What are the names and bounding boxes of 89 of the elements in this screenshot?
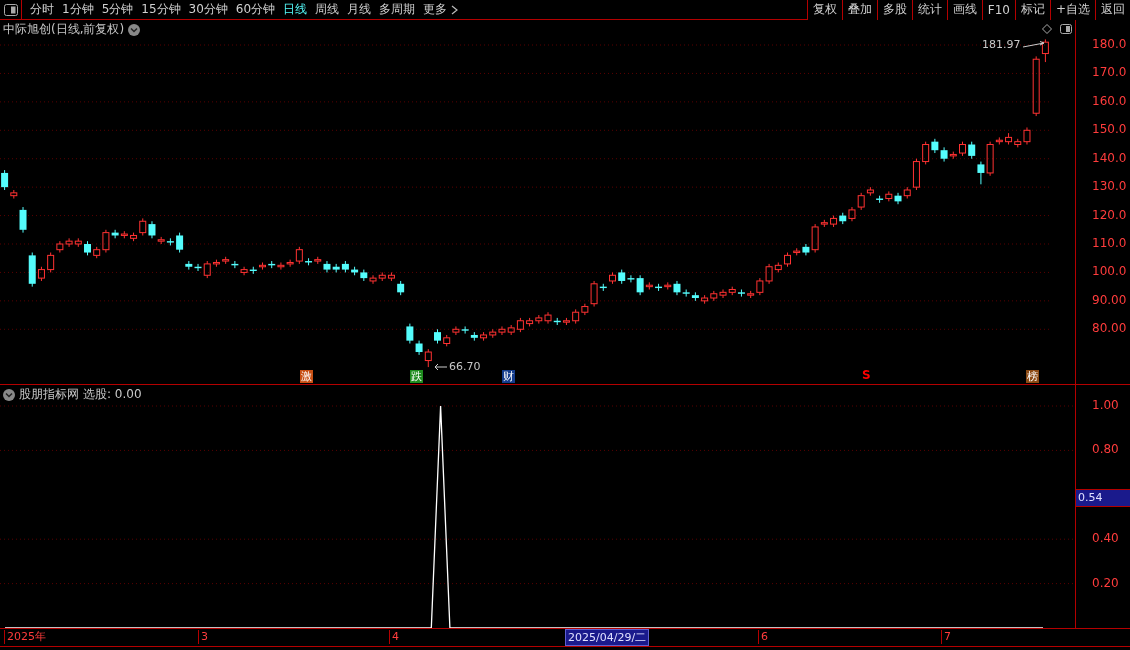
candlestick (323, 260, 331, 273)
candlestick (811, 223, 819, 254)
date-label: 4 (389, 630, 399, 644)
event-badge[interactable]: 激 (300, 370, 313, 383)
arrow-icon (434, 362, 448, 371)
candlestick (461, 325, 469, 335)
toolbar-button[interactable]: 返回 (1095, 0, 1130, 20)
event-badge[interactable]: 榜 (1026, 370, 1039, 383)
axis-label: 100.0 (1092, 264, 1127, 279)
panel-toggle-icon[interactable] (1060, 24, 1072, 34)
period-tab[interactable]: 30分钟 (184, 1, 232, 18)
axis-label: 0.80 (1092, 442, 1119, 457)
date-label: 3 (198, 630, 208, 644)
period-tab[interactable]: 1分钟 (58, 1, 98, 18)
candlestick (452, 325, 460, 336)
candlestick (986, 141, 994, 177)
chart-title: 中际旭创(日线,前复权) (3, 21, 125, 38)
candlestick (572, 308, 580, 325)
axis-label: 90.00 (1092, 292, 1127, 307)
axis-label: 180.0 (1092, 37, 1127, 51)
indicator-reading: 选股: 0.00 (83, 386, 142, 403)
period-tab[interactable]: 15分钟 (137, 1, 185, 18)
toolbar-button[interactable]: 画线 (946, 0, 982, 20)
axis-label: 150.0 (1092, 122, 1127, 137)
diamond-icon[interactable] (1042, 24, 1052, 34)
indicator-title: 股朋指标网 (19, 386, 79, 403)
price-label: 66.70 (449, 360, 481, 373)
period-tab[interactable]: 周线 (311, 1, 344, 18)
candlestick (102, 229, 110, 254)
cursor-value: 0.54 (1076, 489, 1130, 507)
candlestick (259, 261, 266, 271)
candlestick (1023, 126, 1031, 146)
arrow-icon (1022, 40, 1045, 49)
candlestick (1, 169, 9, 191)
axis-label: 0.20 (1092, 575, 1119, 590)
price-label: 181.97 (982, 38, 1021, 51)
toolbar-button[interactable]: 统计 (911, 0, 947, 20)
panel-toggle-icon[interactable] (3, 3, 18, 16)
dropdown-icon[interactable] (128, 23, 141, 36)
period-tab[interactable]: 更多 (419, 1, 452, 18)
dropdown-icon[interactable] (3, 388, 15, 401)
period-tab[interactable]: 分时 (26, 1, 58, 18)
axis-label: 130.0 (1092, 179, 1127, 194)
candlestick (1005, 132, 1013, 146)
event-badge[interactable]: 跌 (410, 370, 423, 383)
signal-mark[interactable]: S (862, 368, 871, 382)
axis-label: 120.0 (1092, 207, 1127, 222)
period-tab[interactable]: 5分钟 (97, 1, 138, 18)
candlestick (848, 206, 856, 222)
toolbar-button[interactable]: 复权 (806, 0, 842, 20)
candlestick (176, 232, 184, 254)
event-badge[interactable]: 财 (502, 370, 515, 383)
candlestick (590, 280, 598, 308)
axis-label: 160.0 (1092, 93, 1127, 108)
date-label: 7 (941, 630, 951, 644)
candlestick (406, 323, 414, 344)
candlestick (627, 274, 635, 283)
chevron-right-icon[interactable] (451, 4, 459, 15)
candlestick (498, 325, 506, 336)
candlestick (802, 243, 810, 256)
candlestick (369, 274, 377, 285)
period-tab[interactable]: 月线 (343, 1, 376, 18)
candlestick (719, 288, 727, 299)
toolbar-button[interactable]: 标记 (1014, 0, 1050, 20)
candlestick (19, 206, 27, 234)
date-label: 6 (758, 630, 768, 644)
candlestick (286, 259, 294, 268)
toolbar-button[interactable]: 叠加 (841, 0, 877, 20)
candlestick (977, 161, 985, 185)
toolbar-button[interactable]: 多股 (876, 0, 912, 20)
candlestick (636, 274, 644, 296)
period-tab[interactable]: 日线 (279, 1, 312, 18)
axis-label: 80.00 (1092, 321, 1127, 336)
axis-label: 0.40 (1092, 531, 1119, 546)
date-label: 2025年 (4, 630, 46, 644)
axis-label: 1.00 (1092, 398, 1119, 412)
period-tab[interactable]: 60分钟 (231, 1, 280, 18)
axis-label: 110.0 (1092, 236, 1127, 250)
period-tab[interactable]: 多周期 (375, 1, 420, 18)
toolbar-button[interactable]: F10 (981, 0, 1015, 20)
candlestick (240, 266, 248, 276)
axis-label: 140.0 (1092, 150, 1127, 165)
candlestick (277, 261, 285, 271)
cursor-date: 2025/04/29/二 (565, 629, 650, 646)
candlestick (581, 303, 589, 316)
candlestick (544, 311, 552, 325)
axis-label: 170.0 (1092, 65, 1127, 80)
toolbar-button[interactable]: +自选 (1049, 0, 1095, 20)
candlestick (995, 136, 1003, 146)
